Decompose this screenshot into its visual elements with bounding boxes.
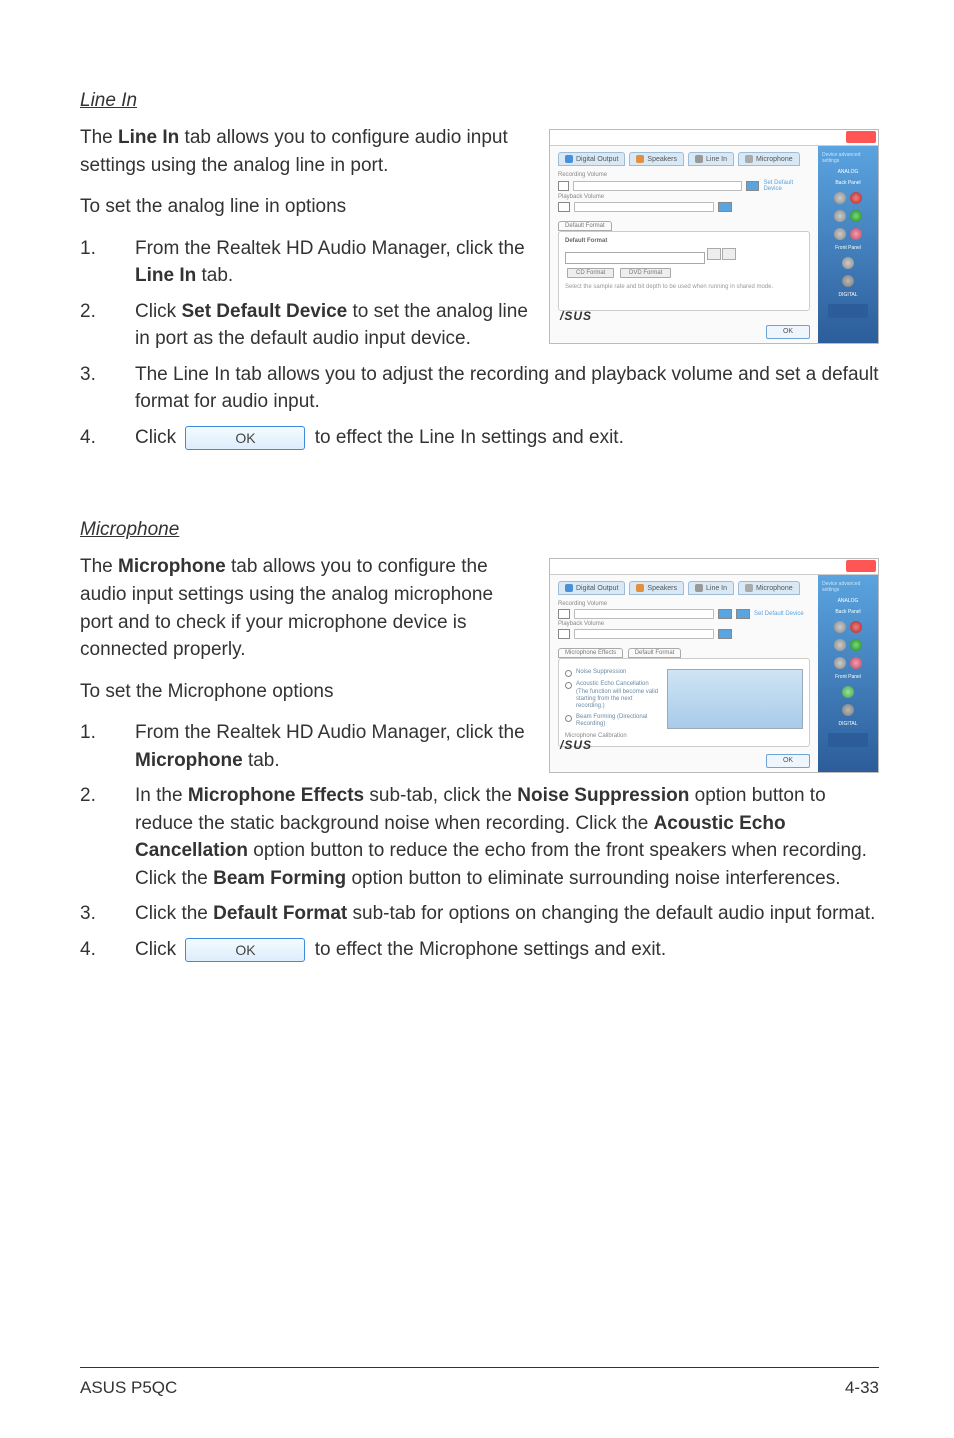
play-vol-slider[interactable] — [574, 202, 714, 212]
default-format-subtab[interactable]: Default Format — [558, 221, 612, 231]
microphone-heading: Microphone — [80, 519, 879, 541]
echo-cancel-radio[interactable] — [565, 682, 572, 689]
fig1-tabs: Digital Output Speakers Line In Micropho… — [558, 152, 810, 166]
set-default-link[interactable]: Set Default Device — [763, 180, 810, 192]
play-vol-label: Playback Volume — [558, 194, 810, 200]
linein-step-4: Click OK to effect the Line In settings … — [80, 424, 879, 452]
tab-line-in[interactable]: Line In — [688, 152, 734, 166]
side-adv-label: Device advanced settings — [822, 581, 874, 593]
mic-step-3: Click the Default Format sub-tab for opt… — [80, 900, 879, 928]
fig2-tabs: Digital Output Speakers Line In Micropho… — [558, 581, 810, 595]
linein-step-3: The Line In tab allows you to adjust the… — [80, 361, 879, 416]
close-icon[interactable] — [846, 131, 876, 143]
jack-icon — [834, 621, 846, 633]
play-vol-slider[interactable] — [574, 629, 714, 639]
tab-speakers[interactable]: Speakers — [629, 581, 684, 595]
rec-vol-label: Recording Volume — [558, 601, 810, 607]
ok-button[interactable]: OK — [185, 426, 305, 450]
side-analog-label: ANALOG — [838, 170, 859, 175]
mic-step-4: Click OK to effect the Microphone settin… — [80, 936, 879, 964]
linein-heading: Line In — [80, 90, 879, 112]
linein-step-2: Click Set Default Device to set the anal… — [80, 298, 879, 353]
set-default-link[interactable]: Set Default Device — [754, 611, 804, 617]
jack-icon — [850, 192, 862, 204]
tab-digital-output[interactable]: Digital Output — [558, 152, 625, 166]
mic-effects-subtab[interactable]: Microphone Effects — [558, 648, 623, 658]
default-format-subtab[interactable]: Default Format — [628, 648, 682, 658]
jack-icon — [834, 639, 846, 651]
jack-icon — [842, 686, 854, 698]
tab-line-in[interactable]: Line In — [688, 581, 734, 595]
jack-icon — [834, 657, 846, 669]
footer-right: 4-33 — [845, 1378, 879, 1398]
jack-icon — [850, 639, 862, 651]
linein-step-1: From the Realtek HD Audio Manager, click… — [80, 235, 879, 290]
tab-speakers[interactable]: Speakers — [629, 152, 684, 166]
side-adv-label: Device advanced settings — [822, 152, 874, 164]
rec-vol-label: Recording Volume — [558, 172, 810, 178]
mic-step-2: In the Microphone Effects sub-tab, click… — [80, 782, 879, 892]
rec-vol-slider[interactable] — [573, 181, 742, 191]
rec-vol-slider[interactable] — [574, 609, 714, 619]
ok-button[interactable]: OK — [185, 938, 305, 962]
close-icon[interactable] — [846, 560, 876, 572]
jack-icon — [834, 192, 846, 204]
noise-suppression-radio[interactable] — [565, 670, 572, 677]
jack-icon — [850, 210, 862, 222]
jack-icon — [842, 704, 854, 716]
play-vol-label: Playback Volume — [558, 621, 810, 627]
tab-microphone[interactable]: Microphone — [738, 152, 800, 166]
tab-microphone[interactable]: Microphone — [738, 581, 800, 595]
jack-icon — [834, 210, 846, 222]
mic-step-1: From the Realtek HD Audio Manager, click… — [80, 719, 879, 774]
side-analog-label: ANALOG — [838, 599, 859, 604]
footer-left: ASUS P5QC — [80, 1378, 177, 1398]
jack-icon — [850, 657, 862, 669]
jack-icon — [850, 621, 862, 633]
tab-digital-output[interactable]: Digital Output — [558, 581, 625, 595]
